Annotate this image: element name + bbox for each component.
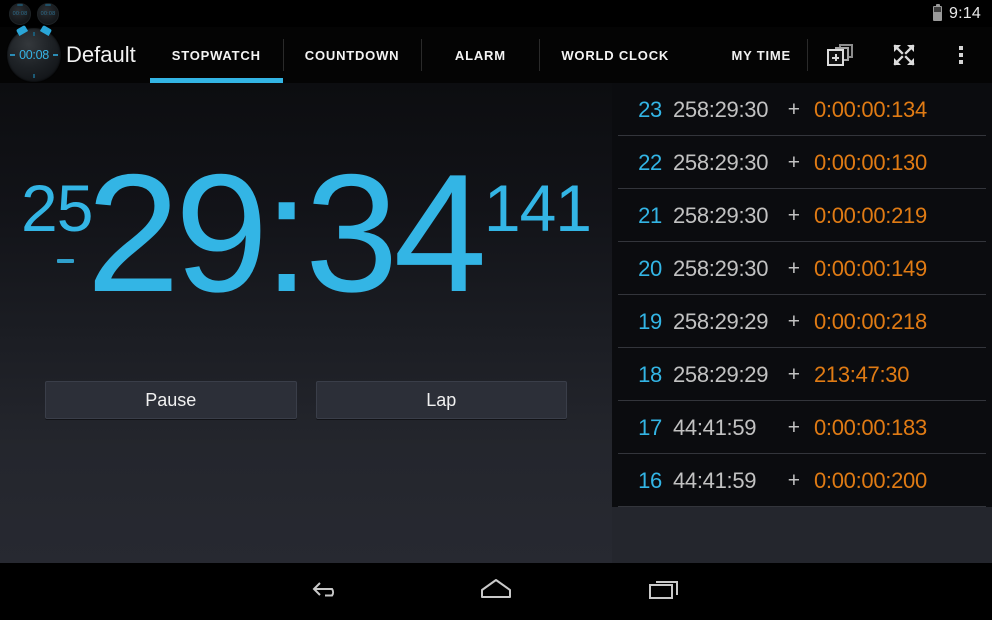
stopwatch-panel: 25 29:34 141 Pause Lap xyxy=(0,83,612,563)
lap-total-time: 258:29:30 xyxy=(673,255,769,281)
lap-plus-symbol: + xyxy=(787,415,800,439)
app-icon-button[interactable]: 00:08 xyxy=(6,24,62,83)
stopwatch-tick-icon xyxy=(33,74,35,78)
table-row[interactable]: 20 258:29:30 + 0:00:00:149 xyxy=(612,242,992,295)
lap-total-time: 258:29:30 xyxy=(673,149,769,175)
lap-button[interactable]: Lap xyxy=(315,381,567,419)
tab-stopwatch[interactable]: STOPWATCH xyxy=(149,27,283,83)
table-row[interactable]: 23 258:29:30 + 0:00:00:134 xyxy=(612,83,992,136)
table-row[interactable]: 21 258:29:30 + 0:00:00:219 xyxy=(612,189,992,242)
table-row[interactable]: 22 258:29:30 + 0:00:00:130 xyxy=(612,136,992,189)
table-row[interactable]: 19 258:29:29 + 0:00:00:218 xyxy=(612,295,992,348)
overflow-menu-button[interactable] xyxy=(936,27,986,83)
lap-number: 19 xyxy=(638,308,662,334)
main-content: 25 29:34 141 Pause Lap 23 258:29:30 + 0:… xyxy=(0,83,992,563)
lap-split-time: 0:00:00:134 xyxy=(814,96,927,122)
lap-total-time: 258:29:30 xyxy=(673,96,769,122)
lap-plus-symbol: + xyxy=(787,203,800,227)
table-row[interactable]: 16 44:41:59 + 0:00:00:200 xyxy=(612,454,992,507)
lap-plus-symbol: + xyxy=(787,309,800,333)
tab-world-clock-label: WORLD CLOCK xyxy=(561,47,670,63)
lap-list-panel: 23 258:29:30 + 0:00:00:134 22 258:29:30 … xyxy=(612,83,992,563)
back-icon xyxy=(311,576,345,607)
table-row[interactable]: 17 44:41:59 + 0:00:00:183 xyxy=(612,401,992,454)
lap-split-time: 0:00:00:200 xyxy=(814,467,927,493)
stopwatch-controls: Pause Lap xyxy=(0,381,612,419)
stopwatch-notification-icon[interactable] xyxy=(37,2,59,25)
recents-icon xyxy=(646,576,682,607)
add-card-icon xyxy=(827,44,853,66)
lap-split-time: 0:00:00:218 xyxy=(814,308,927,334)
action-bar: 00:08 Default STOPWATCH COUNTDOWN ALARM … xyxy=(0,24,992,83)
lap-split-time: 0:00:00:183 xyxy=(814,414,927,440)
action-bar-actions: MY TIME xyxy=(715,27,992,83)
lap-number: 20 xyxy=(638,255,662,281)
lap-number: 21 xyxy=(638,202,662,228)
stopwatch-time: 29:34 xyxy=(86,139,486,327)
tab-alarm-label: ALARM xyxy=(454,47,506,63)
lap-plus-symbol: + xyxy=(787,256,800,280)
app-icon-time-label: 00:08 xyxy=(19,48,49,62)
lap-plus-symbol: + xyxy=(787,362,800,386)
home-button[interactable] xyxy=(441,563,551,620)
stopwatch-prefix-separator-icon xyxy=(57,259,75,263)
home-icon xyxy=(476,576,516,607)
lap-split-time: 213:47:30 xyxy=(814,361,910,387)
stopwatch-prefix: 25 xyxy=(21,171,93,245)
lap-total-time: 258:29:29 xyxy=(673,308,769,334)
lap-list[interactable]: 23 258:29:30 + 0:00:00:134 22 258:29:30 … xyxy=(612,83,992,507)
tab-world-clock[interactable]: WORLD CLOCK xyxy=(539,27,691,83)
lap-number: 23 xyxy=(638,96,662,122)
stopwatch-dash-right-icon xyxy=(53,54,58,56)
stopwatch-milliseconds: 141 xyxy=(483,171,592,245)
stopwatch-display[interactable]: 25 29:34 141 xyxy=(0,149,612,343)
status-bar-clock: 9:14 xyxy=(949,4,981,22)
status-bar: 9:14 xyxy=(0,0,992,27)
fullscreen-icon xyxy=(891,42,917,68)
stopwatch-app-window: 9:14 00:08 Default STOPWATCH COUNTDOWN xyxy=(0,0,992,620)
lap-plus-symbol: + xyxy=(787,468,800,492)
lap-number: 18 xyxy=(638,361,662,387)
stopwatch-knob-left-icon xyxy=(15,24,29,37)
lap-split-time: 0:00:00:219 xyxy=(814,202,927,228)
stopwatch-tick-icon xyxy=(33,32,35,36)
system-navigation-bar xyxy=(0,563,992,620)
back-button[interactable] xyxy=(273,563,383,620)
tab-stopwatch-label: STOPWATCH xyxy=(171,47,261,63)
stopwatch-knob-right-icon xyxy=(39,24,53,37)
lap-plus-symbol: + xyxy=(787,150,800,174)
lap-total-time: 258:29:30 xyxy=(673,202,769,228)
table-row[interactable]: 18 258:29:29 + 213:47:30 xyxy=(612,348,992,401)
lap-split-time: 0:00:00:149 xyxy=(814,255,927,281)
my-time-button[interactable]: MY TIME xyxy=(715,48,807,63)
add-card-button[interactable] xyxy=(808,27,872,83)
status-bar-notifications[interactable] xyxy=(0,2,59,25)
page-title: Default xyxy=(66,42,136,67)
tab-bar: STOPWATCH COUNTDOWN ALARM WORLD CLOCK xyxy=(149,27,691,83)
lap-number: 22 xyxy=(638,149,662,175)
stopwatch-app-icon: 00:08 xyxy=(7,24,61,82)
recents-button[interactable] xyxy=(609,563,719,620)
battery-icon xyxy=(933,6,943,21)
status-bar-system[interactable]: 9:14 xyxy=(933,5,992,23)
pause-button[interactable]: Pause xyxy=(45,381,297,419)
lap-number: 16 xyxy=(638,467,662,493)
tab-alarm[interactable]: ALARM xyxy=(421,27,539,83)
lap-plus-symbol: + xyxy=(787,97,800,121)
lap-total-time: 44:41:59 xyxy=(673,467,757,493)
tab-countdown-label: COUNTDOWN xyxy=(304,47,400,63)
stopwatch-notification-icon[interactable] xyxy=(9,2,31,25)
stopwatch-dash-left-icon xyxy=(10,54,15,56)
lap-number: 17 xyxy=(638,414,662,440)
lap-total-time: 44:41:59 xyxy=(673,414,757,440)
lap-total-time: 258:29:29 xyxy=(673,361,769,387)
lap-split-time: 0:00:00:130 xyxy=(814,149,927,175)
tab-countdown[interactable]: COUNTDOWN xyxy=(282,27,422,83)
fullscreen-button[interactable] xyxy=(872,27,936,83)
overflow-menu-icon xyxy=(959,46,963,64)
